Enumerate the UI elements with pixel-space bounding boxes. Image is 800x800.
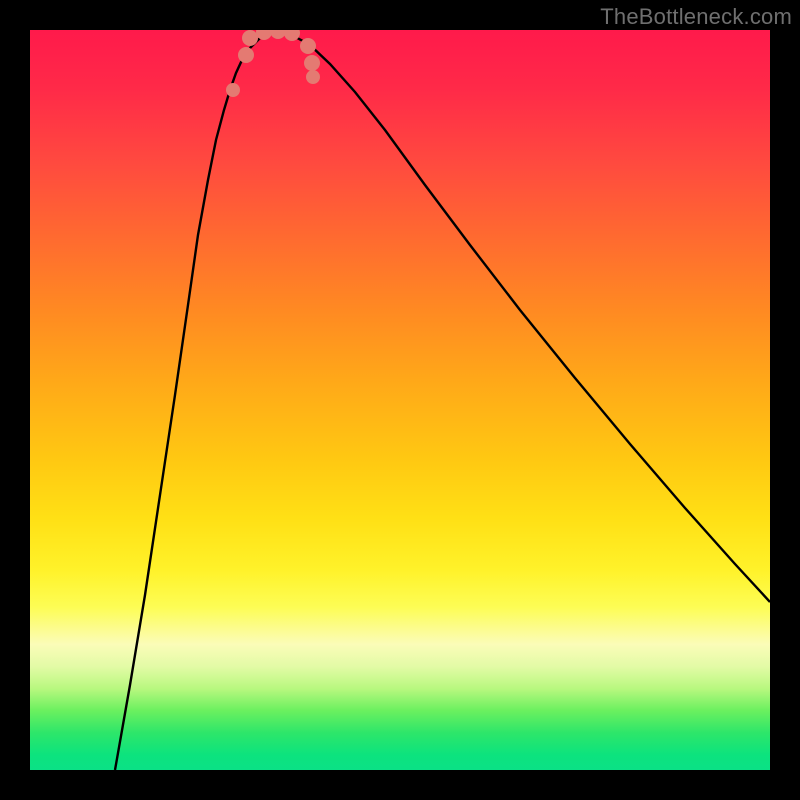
left-branch-curve	[115, 30, 275, 770]
data-point	[226, 83, 240, 97]
data-point	[238, 47, 254, 63]
data-point	[270, 30, 286, 39]
right-branch-curve	[275, 30, 770, 602]
curve-layer	[30, 30, 770, 770]
plot-area	[30, 30, 770, 770]
data-point	[304, 55, 320, 71]
watermark-text: TheBottleneck.com	[600, 4, 792, 30]
chart-frame: TheBottleneck.com	[0, 0, 800, 800]
data-point	[242, 30, 258, 46]
data-point	[300, 38, 316, 54]
data-point	[306, 70, 320, 84]
